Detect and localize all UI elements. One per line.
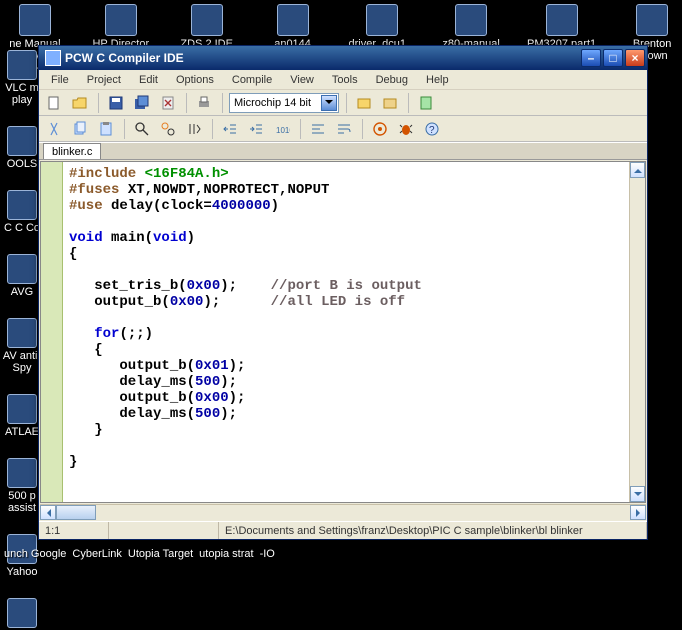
dropdown-selected: Microchip 14 bit [234, 97, 311, 109]
cut-button[interactable] [43, 118, 65, 140]
desktop-icon[interactable]: driver_dcu1... [349, 4, 416, 50]
scroll-up-button[interactable] [630, 162, 645, 178]
open-file-button[interactable] [69, 92, 91, 114]
scroll-track[interactable] [56, 505, 630, 520]
menubar: File Project Edit Options Compile View T… [39, 70, 647, 90]
copy-button[interactable] [69, 118, 91, 140]
menu-view[interactable]: View [282, 72, 322, 88]
desktop-icon[interactable]: AVG [2, 254, 42, 298]
menu-tools[interactable]: Tools [324, 72, 366, 88]
maximize-button[interactable]: □ [603, 49, 623, 67]
separator [95, 93, 101, 113]
desktop-icon[interactable] [2, 598, 42, 630]
titlebar[interactable]: PCW C Compiler IDE – □ × [39, 46, 647, 70]
desktop-icon[interactable]: OOLS [2, 126, 42, 170]
editor: #include <16F84A.h> #fuses XT,NOWDT,NOPR… [40, 161, 646, 503]
svg-text:?: ? [429, 125, 435, 136]
menu-file[interactable]: File [43, 72, 77, 88]
separator [343, 93, 349, 113]
status-path: E:\Documents and Settings\franz\Desktop\… [219, 522, 647, 539]
desktop-icon[interactable]: C C Co [2, 190, 42, 234]
close-button[interactable]: × [625, 49, 645, 67]
find-next-button[interactable] [183, 118, 205, 140]
desktop-icon[interactable]: ZDS 2 IDE [177, 4, 237, 50]
debug-button[interactable] [395, 118, 417, 140]
paste-button[interactable] [95, 118, 117, 140]
help-button[interactable]: ? [421, 118, 443, 140]
toolbar-1: Microchip 14 bit [39, 90, 647, 116]
indent-button[interactable] [245, 118, 267, 140]
desktop-icon[interactable]: VLC m play [2, 50, 42, 106]
scroll-right-button[interactable] [630, 505, 646, 520]
separator [183, 93, 189, 113]
desktop-icon[interactable]: HP Director [91, 4, 151, 50]
scroll-thumb[interactable] [56, 505, 96, 520]
separator [359, 119, 365, 139]
replace-button[interactable] [157, 118, 179, 140]
menu-compile[interactable]: Compile [224, 72, 280, 88]
save-button[interactable] [105, 92, 127, 114]
scroll-track[interactable] [630, 178, 645, 486]
project-open-button[interactable] [353, 92, 375, 114]
print-button[interactable] [193, 92, 215, 114]
chevron-down-icon[interactable] [321, 95, 337, 111]
align-left-button[interactable] [307, 118, 329, 140]
desktop-label: Utopia Target [128, 548, 193, 560]
scroll-down-button[interactable] [630, 486, 645, 502]
outdent-button[interactable] [219, 118, 241, 140]
manual-button[interactable] [415, 92, 437, 114]
separator [219, 93, 225, 113]
tab-blinker[interactable]: blinker.c [43, 143, 101, 159]
desktop-icon[interactable]: 500 p assist [2, 458, 42, 514]
project-close-button[interactable] [379, 92, 401, 114]
menu-options[interactable]: Options [168, 72, 222, 88]
compile-button[interactable] [369, 118, 391, 140]
horizontal-scrollbar[interactable] [40, 504, 646, 520]
desktop-icon[interactable]: AV anti-Spy [2, 318, 42, 374]
desktop-left-col: VLC m play OOLS C C Co AVG AV anti-Spy A… [2, 50, 42, 630]
new-file-button[interactable] [43, 92, 65, 114]
desktop-label: -IO [260, 548, 275, 560]
desktop-bottom: unch Google CyberLink Utopia Target utop… [0, 548, 682, 560]
app-window: PCW C Compiler IDE – □ × File Project Ed… [38, 45, 648, 540]
toggle-bookmark-button[interactable]: 1010 [271, 118, 293, 140]
vertical-scrollbar[interactable] [629, 162, 645, 502]
separator [121, 119, 127, 139]
status-blank [109, 522, 219, 539]
menu-help[interactable]: Help [418, 72, 457, 88]
menu-project[interactable]: Project [79, 72, 129, 88]
app-icon [45, 50, 61, 66]
desktop-label: utopia strat [199, 548, 253, 560]
window-title: PCW C Compiler IDE [65, 51, 579, 65]
desktop-icon[interactable]: ATLAE [2, 394, 42, 438]
code-area[interactable]: #include <16F84A.h> #fuses XT,NOWDT,NOPR… [63, 162, 629, 502]
desktop-icon[interactable]: PM3207.part1 [527, 4, 596, 50]
find-button[interactable] [131, 118, 153, 140]
separator [209, 119, 215, 139]
scroll-left-button[interactable] [40, 505, 56, 520]
save-all-button[interactable] [131, 92, 153, 114]
minimize-button[interactable]: – [581, 49, 601, 67]
desktop-label: CyberLink [72, 548, 122, 560]
separator [405, 93, 411, 113]
desktop-icon[interactable]: an0144 [263, 4, 323, 50]
chip-select-dropdown[interactable]: Microchip 14 bit [229, 93, 339, 113]
status-cursor: 1:1 [39, 522, 109, 539]
editor-tabbar: blinker.c [39, 142, 647, 160]
svg-text:1010: 1010 [276, 126, 290, 135]
close-file-button[interactable] [157, 92, 179, 114]
editor-gutter [41, 162, 63, 502]
separator [297, 119, 303, 139]
menu-debug[interactable]: Debug [368, 72, 416, 88]
desktop-icon[interactable]: z80-manual [441, 4, 501, 50]
toolbar-2: 1010 ? [39, 116, 647, 142]
menu-edit[interactable]: Edit [131, 72, 166, 88]
desktop-label: Img00017 [629, 548, 678, 560]
statusbar: 1:1 E:\Documents and Settings\franz\Desk… [39, 521, 647, 539]
desktop-label: unch Google [4, 548, 66, 560]
wrap-toggle-button[interactable] [333, 118, 355, 140]
